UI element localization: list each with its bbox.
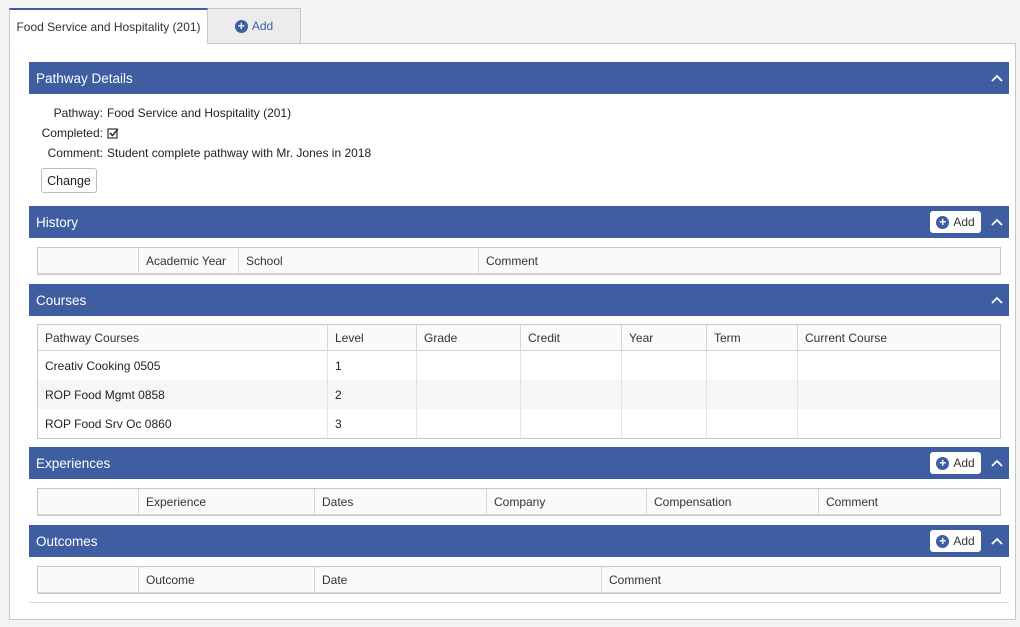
course-credit — [521, 351, 622, 380]
column-header[interactable]: Level — [328, 325, 417, 350]
course-current — [798, 351, 1000, 380]
comment-row: Comment: Student complete pathway with M… — [39, 146, 372, 160]
checked-checkbox-icon — [107, 126, 119, 140]
experiences-add-label: Add — [953, 456, 975, 470]
course-name: ROP Food Mgmt 0858 — [38, 380, 328, 409]
course-current — [798, 380, 1000, 409]
plus-circle-icon: + — [234, 19, 248, 33]
comment-label: Comment: — [47, 146, 103, 160]
outcomes-add-button[interactable]: + Add — [930, 530, 981, 552]
column-header — [38, 567, 139, 592]
column-header[interactable]: Comment — [602, 567, 1000, 592]
tab-panel: Pathway Details Pathway: Food Service an… — [9, 43, 1016, 620]
course-year — [622, 380, 707, 409]
course-term — [707, 409, 798, 438]
courses-header: Courses — [29, 284, 1009, 316]
courses-table: Pathway Courses Level Grade Credit Year … — [37, 324, 1001, 439]
table-row[interactable]: Creativ Cooking 0505 1 — [38, 351, 1000, 380]
course-year — [622, 351, 707, 380]
plus-circle-icon: + — [936, 456, 950, 470]
outcomes-header: Outcomes + Add — [29, 525, 1009, 557]
course-current — [798, 409, 1000, 438]
course-credit — [521, 409, 622, 438]
course-grade — [417, 351, 521, 380]
column-header[interactable]: Compensation — [647, 489, 819, 514]
column-header[interactable]: Dates — [315, 489, 487, 514]
collapse-chevron-up-icon[interactable] — [985, 62, 1009, 94]
collapse-chevron-up-icon[interactable] — [985, 284, 1009, 316]
tab-food-service-label: Food Service and Hospitality (201) — [16, 19, 201, 34]
history-header: History + Add — [29, 206, 1009, 238]
completed-row: Completed: — [39, 126, 119, 140]
plus-circle-icon: + — [936, 534, 950, 548]
comment-value: Student complete pathway with Mr. Jones … — [107, 146, 372, 160]
history-add-button[interactable]: + Add — [930, 211, 981, 233]
column-header[interactable]: Year — [622, 325, 707, 350]
column-header[interactable]: Credit — [521, 325, 622, 350]
course-year — [622, 409, 707, 438]
tab-add-label: Add — [251, 19, 274, 33]
course-term — [707, 380, 798, 409]
column-header[interactable]: Pathway Courses — [38, 325, 328, 350]
course-grade — [417, 409, 521, 438]
column-header[interactable]: Current Course — [798, 325, 1000, 350]
column-header[interactable]: Company — [487, 489, 647, 514]
history-table-header: Academic Year School Comment — [38, 248, 1000, 274]
pathway-details-header: Pathway Details — [29, 62, 1009, 94]
pathway-label: Pathway: — [53, 106, 103, 120]
outcomes-table: Outcome Date Comment — [37, 566, 1001, 594]
outcomes-add-label: Add — [953, 534, 975, 548]
column-header — [38, 248, 139, 273]
courses-table-header: Pathway Courses Level Grade Credit Year … — [38, 325, 1000, 351]
column-header[interactable]: Comment — [479, 248, 1000, 273]
column-header[interactable]: Date — [315, 567, 602, 592]
collapse-chevron-up-icon[interactable] — [985, 447, 1009, 479]
change-button[interactable]: Change — [41, 168, 97, 193]
column-header[interactable]: Experience — [139, 489, 315, 514]
column-header[interactable]: Grade — [417, 325, 521, 350]
column-header — [38, 489, 139, 514]
column-header[interactable]: Comment — [819, 489, 1000, 514]
courses-title: Courses — [36, 292, 87, 308]
course-term — [707, 351, 798, 380]
pathway-details-title: Pathway Details — [36, 70, 133, 86]
course-grade — [417, 380, 521, 409]
pathway-row: Pathway: Food Service and Hospitality (2… — [39, 106, 291, 120]
outcomes-table-header: Outcome Date Comment — [38, 567, 1000, 593]
experiences-title: Experiences — [36, 455, 111, 471]
experiences-add-button[interactable]: + Add — [930, 452, 981, 474]
course-credit — [521, 380, 622, 409]
column-header[interactable]: School — [239, 248, 479, 273]
column-header[interactable]: Term — [707, 325, 798, 350]
collapse-chevron-up-icon[interactable] — [985, 206, 1009, 238]
history-add-label: Add — [953, 215, 975, 229]
course-level: 2 — [328, 380, 417, 409]
table-row[interactable]: ROP Food Srv Oc 0860 3 — [38, 409, 1000, 438]
pathway-content: Pathway Details Pathway: Food Service an… — [29, 62, 1009, 603]
outcomes-title: Outcomes — [36, 533, 98, 549]
experiences-table: Experience Dates Company Compensation Co… — [37, 488, 1001, 516]
table-row[interactable]: ROP Food Mgmt 0858 2 — [38, 380, 1000, 409]
tab-food-service[interactable]: Food Service and Hospitality (201) — [9, 8, 208, 44]
column-header[interactable]: Academic Year — [139, 248, 239, 273]
course-level: 1 — [328, 351, 417, 380]
course-name: Creativ Cooking 0505 — [38, 351, 328, 380]
courses-table-body: Creativ Cooking 0505 1 ROP Food Mgmt 085… — [38, 351, 1000, 438]
experiences-header: Experiences + Add — [29, 447, 1009, 479]
experiences-table-header: Experience Dates Company Compensation Co… — [38, 489, 1000, 515]
column-header[interactable]: Outcome — [139, 567, 315, 592]
tab-add[interactable]: + Add — [207, 8, 301, 44]
collapse-chevron-up-icon[interactable] — [985, 525, 1009, 557]
history-table: Academic Year School Comment — [37, 247, 1001, 275]
course-name: ROP Food Srv Oc 0860 — [38, 409, 328, 438]
history-title: History — [36, 214, 79, 230]
completed-label: Completed: — [41, 126, 103, 140]
plus-circle-icon: + — [936, 215, 950, 229]
course-level: 3 — [328, 409, 417, 438]
pathway-value: Food Service and Hospitality (201) — [107, 106, 292, 120]
